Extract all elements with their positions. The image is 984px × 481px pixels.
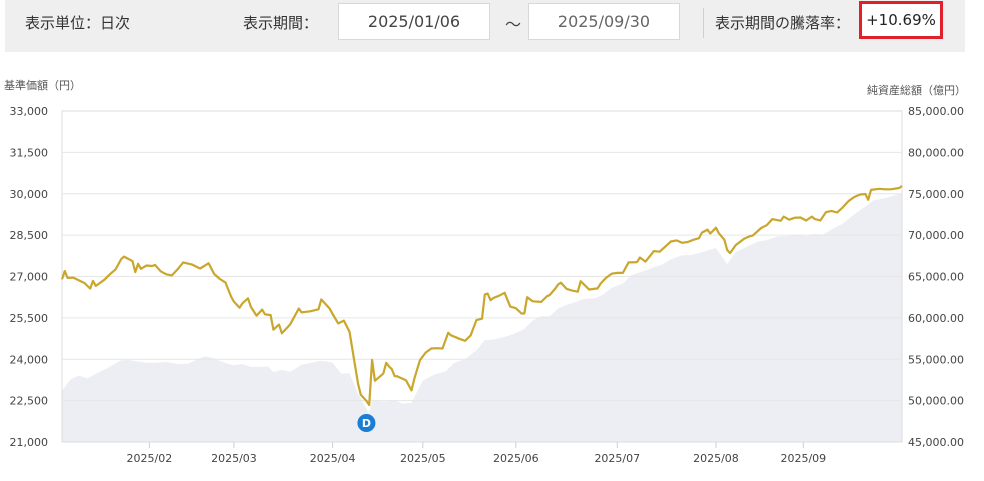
x-tick: 2025/07 (594, 452, 640, 465)
y-right-tick: 85,000.00 (908, 105, 964, 118)
y-left-tick: 28,500 (10, 229, 49, 242)
y-right-tick: 75,000.00 (908, 188, 964, 201)
nav-chart: 33,000 85,000.00 31,500 80,000.00 30,000 75,0… (10, 105, 965, 465)
x-tick: 2025/06 (493, 452, 539, 465)
y-right-tick: 70,000.00 (908, 229, 964, 242)
x-tick: 2025/03 (211, 452, 257, 465)
y-left-tick: 31,500 (10, 146, 49, 159)
y-left-tick: 21,000 (10, 436, 49, 449)
y-left-tick: 30,000 (10, 188, 49, 201)
y-right-tick: 65,000.00 (908, 271, 964, 284)
x-tick: 2025/02 (127, 452, 173, 465)
y-left-tick: 27,000 (10, 271, 49, 284)
x-tick: 2025/05 (400, 452, 446, 465)
y-left-tick: 24,000 (10, 353, 49, 366)
x-tick: 2025/04 (310, 452, 356, 465)
x-tick: 2025/09 (780, 452, 826, 465)
dividend-marker-label: D (362, 417, 371, 430)
y-right-tick: 45,000.00 (908, 436, 964, 449)
y-right-tick: 60,000.00 (908, 312, 964, 325)
x-tick: 2025/08 (693, 452, 739, 465)
y-right-tick: 80,000.00 (908, 146, 964, 159)
y-right-tick: 50,000.00 (908, 395, 964, 408)
y-left-tick: 33,000 (10, 105, 49, 118)
y-left-tick: 22,500 (10, 395, 49, 408)
y-left-tick: 25,500 (10, 312, 49, 325)
y-right-tick: 55,000.00 (908, 353, 964, 366)
